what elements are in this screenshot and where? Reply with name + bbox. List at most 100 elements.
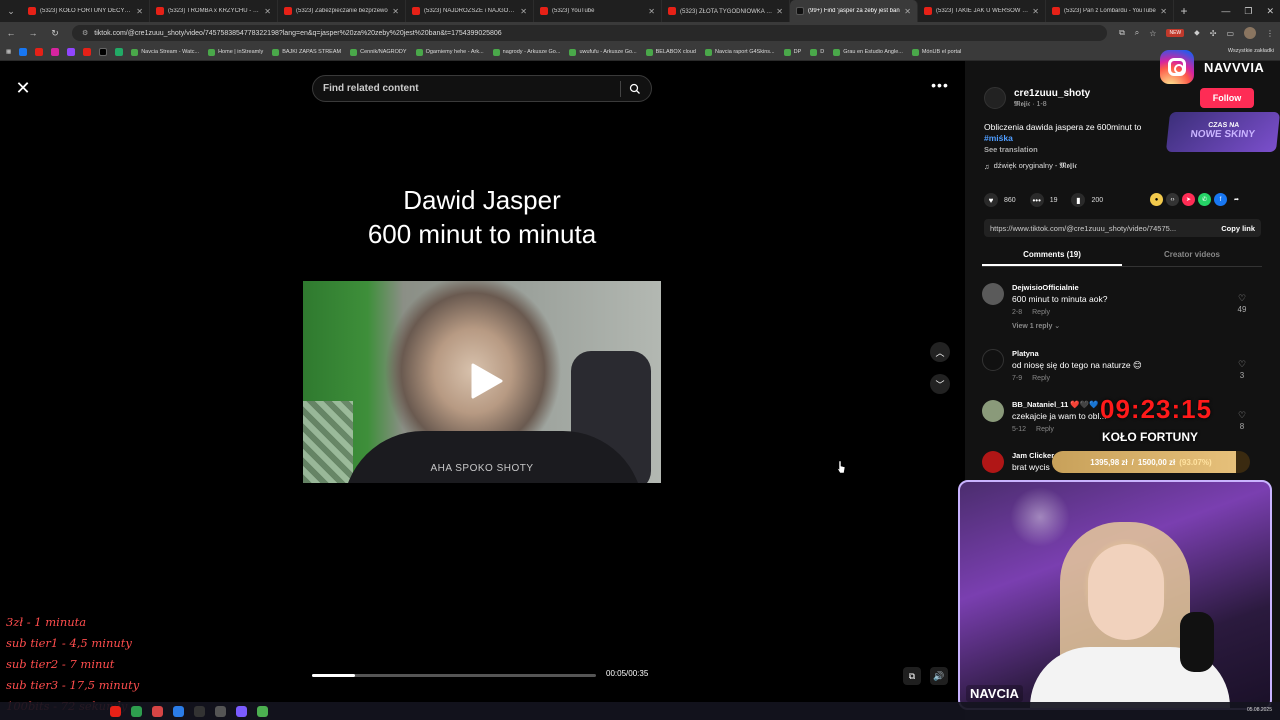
comment-like[interactable]: ♡ 3 <box>1234 359 1250 381</box>
comment-like[interactable]: ♡ 8 <box>1234 410 1250 432</box>
bookmark-item[interactable]: nagrody - Arkusze Go... <box>492 48 560 56</box>
maximize-icon[interactable]: ❐ <box>1244 6 1252 17</box>
taskbar-app-icon[interactable] <box>236 705 247 717</box>
taskbar-app-icon[interactable] <box>215 705 226 717</box>
view-replies-button[interactable]: View 1 reply ⌄ <box>1012 322 1060 330</box>
comment-user[interactable]: BB_Nataniel_11 ❤️🖤💙 <box>1012 400 1098 409</box>
heart-outline-icon[interactable]: ♡ <box>1238 293 1246 303</box>
instagram-icon[interactable] <box>51 48 60 56</box>
taskbar-app-icon[interactable] <box>110 705 121 717</box>
browser-menu-icon[interactable]: ⋮ <box>1266 29 1274 38</box>
comment-avatar[interactable] <box>982 283 1004 305</box>
close-window-icon[interactable]: ✕ <box>1266 6 1274 17</box>
twitch-icon[interactable] <box>67 48 76 56</box>
video-progress-bar[interactable] <box>312 674 596 677</box>
follow-button[interactable]: Follow <box>1200 88 1254 108</box>
previous-video-button[interactable]: ︿ <box>930 342 950 362</box>
author-handle[interactable]: cre1zuuu_shoty <box>1014 88 1090 99</box>
whatsapp-icon[interactable]: ✆ <box>1198 193 1211 206</box>
taskbar-app-icon[interactable] <box>131 705 142 717</box>
close-tab-icon[interactable]: ✕ <box>776 7 783 16</box>
bookmark-item[interactable]: BELABOX cloud <box>645 48 696 56</box>
close-tab-icon[interactable]: ✕ <box>648 7 655 16</box>
comment-avatar[interactable] <box>982 349 1004 371</box>
comment-user[interactable]: Platyna <box>1012 349 1039 358</box>
send-icon[interactable]: ➤ <box>1182 193 1195 206</box>
browser-tab[interactable]: (5323) NAJDROŻSZE i NAJGORSZ ✕ <box>406 0 534 22</box>
youtube-icon[interactable] <box>35 48 44 56</box>
play-icon[interactable] <box>465 361 505 401</box>
taskbar-chrome-icon[interactable] <box>257 705 268 717</box>
tab-search-icon[interactable]: ⌄ <box>0 0 22 22</box>
back-icon[interactable]: ← <box>6 28 16 38</box>
floating-player-icon[interactable]: ⧉ <box>903 667 921 685</box>
heart-outline-icon[interactable]: ♡ <box>1238 410 1246 420</box>
profile-avatar[interactable] <box>1244 27 1256 39</box>
close-tab-icon[interactable]: ✕ <box>264 7 271 16</box>
close-icon[interactable]: ✕ <box>12 77 34 99</box>
bookmark-item[interactable]: Home | inStreamly <box>208 48 263 56</box>
comment-avatar[interactable] <box>982 451 1004 473</box>
facebook-share-icon[interactable]: f <box>1214 193 1227 206</box>
browser-tab[interactable]: (5323) YouTube ✕ <box>534 0 662 22</box>
close-tab-icon[interactable]: ✕ <box>904 7 911 16</box>
video-player[interactable]: Dawid Jasper 600 minut to minuta AHA SPO… <box>303 61 661 701</box>
close-tab-icon[interactable]: ✕ <box>136 7 143 16</box>
browser-tab[interactable]: (5323) Zabezpieczanie bezprzewo ✕ <box>278 0 406 22</box>
minimize-icon[interactable]: — <box>1221 6 1230 16</box>
browser-tab[interactable]: (5323) Pan z Lombardu - YouTube ✕ <box>1046 0 1174 22</box>
share-arrow-icon[interactable]: ➦ <box>1230 193 1243 206</box>
sound-link[interactable]: ♫ dźwięk oryginalny - 𝕸𝖔𝖏𝖎𝖈 <box>984 161 1077 171</box>
url-field[interactable]: ⚙ tiktok.com/@cre1zuuu_shoty/video/74575… <box>72 25 1108 41</box>
bookmark-item[interactable]: Navcia Stream - Watc... <box>131 48 199 56</box>
post-hashtag[interactable]: #miśka <box>984 133 1013 143</box>
bookmark-item[interactable]: Ogarniemy hehe - Ark... <box>415 48 484 56</box>
next-video-button[interactable]: ﹀ <box>930 374 950 394</box>
comment-avatar[interactable] <box>982 400 1004 422</box>
comment-icon[interactable]: ••• <box>1029 193 1044 207</box>
tab-creator-videos[interactable]: Creator videos <box>1122 247 1262 266</box>
bookmark-item[interactable]: uwufufu - Arkusze Go... <box>569 48 637 56</box>
heart-outline-icon[interactable]: ♡ <box>1238 359 1246 369</box>
youtube-studio-icon[interactable] <box>83 48 92 56</box>
extensions-puzzle-icon[interactable]: ✣ <box>1210 29 1217 38</box>
bookmark-item[interactable]: DP <box>783 48 801 56</box>
site-info-icon[interactable]: ⚙ <box>82 29 88 37</box>
bookmark-item[interactable]: MónUB el portal <box>911 48 961 56</box>
heart-icon[interactable]: ♥ <box>984 193 998 207</box>
close-tab-icon[interactable]: ✕ <box>392 7 399 16</box>
browser-tab[interactable]: (5323) TROMBA x KRZYCHU - ŁEZ ✕ <box>150 0 278 22</box>
extension-icon[interactable]: ⬥ <box>1194 28 1200 38</box>
comment-user[interactable]: DejwisioOfficialnie <box>1012 283 1079 292</box>
close-tab-icon[interactable]: ✕ <box>520 7 527 16</box>
volume-icon[interactable]: 🔊 <box>930 667 948 685</box>
more-options-icon[interactable]: ••• <box>928 77 952 97</box>
browser-tab[interactable]: (5323) ZŁOTA TYGODNIÓWKA | 🥲 ✕ <box>662 0 790 22</box>
zoom-icon[interactable]: ⌕ <box>1135 28 1139 38</box>
all-bookmarks[interactable]: Wszystkie zakładki <box>1228 48 1274 54</box>
browser-tab[interactable]: (5323) TAKIE JAK U WERSOW | SE ✕ <box>918 0 1046 22</box>
taskbar-app-icon[interactable] <box>152 705 163 717</box>
browser-tab[interactable]: (99+) Find 'jasper za żeby jest ban ✕ <box>790 0 918 22</box>
browser-tab[interactable]: (5323) KOŁO FORTUNY DECYDUJE ✕ <box>22 0 150 22</box>
bookmark-item[interactable]: Grau en Estudio Angle... <box>833 48 903 56</box>
reply-button[interactable]: Reply <box>1032 375 1050 382</box>
author-avatar[interactable] <box>984 87 1006 109</box>
coin-icon[interactable]: ● <box>1150 193 1163 206</box>
close-tab-icon[interactable]: ✕ <box>1160 7 1167 16</box>
bookmark-item[interactable]: Cennik/NAGRODY <box>350 48 407 56</box>
search-input[interactable] <box>323 83 612 94</box>
video-link[interactable]: https://www.tiktok.com/@cre1zuuu_shoty/v… <box>990 224 1213 233</box>
facebook-icon[interactable] <box>19 48 28 56</box>
reload-icon[interactable]: ↻ <box>50 28 60 39</box>
install-icon[interactable]: ⧉ <box>1119 28 1125 38</box>
taskbar-telegram-icon[interactable] <box>173 705 184 717</box>
x-icon[interactable] <box>99 48 108 56</box>
apps-icon[interactable]: ▦ <box>6 49 11 55</box>
bookmark-item[interactable]: D <box>810 48 824 56</box>
new-tab-button[interactable]: + <box>1174 4 1194 18</box>
reply-button[interactable]: Reply <box>1036 426 1054 433</box>
bookmark-icon[interactable]: ▮ <box>1071 193 1086 207</box>
bookmark-star-icon[interactable]: ☆ <box>1149 29 1156 38</box>
comment-user[interactable]: Jam Clicker <box>1012 451 1054 460</box>
